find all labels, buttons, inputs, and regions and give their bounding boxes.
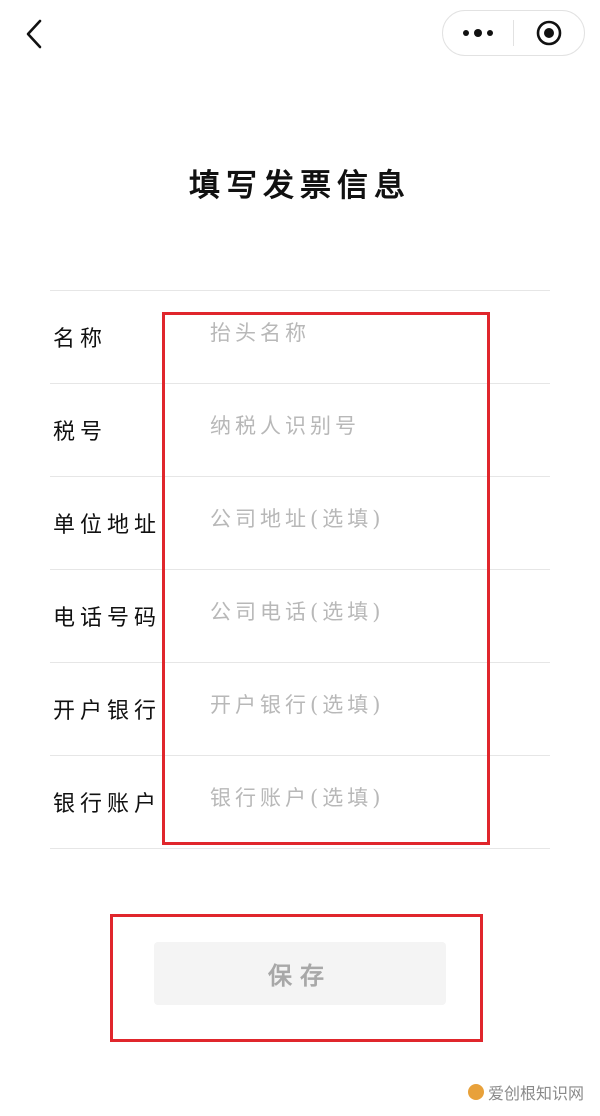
- watermark-logo-icon: [467, 1084, 484, 1100]
- name-input[interactable]: [210, 313, 480, 353]
- bank-input[interactable]: [210, 685, 480, 725]
- watermark-text: 爱创根知识网: [487, 1084, 584, 1103]
- address-input[interactable]: [210, 499, 480, 539]
- name-label: 名称: [53, 327, 108, 352]
- page-title: 填写发票信息: [189, 168, 411, 204]
- invoice-form: 名称 税号 单位地址 电话号码 开户银行 银行账户: [50, 290, 550, 849]
- phone-input[interactable]: [210, 592, 480, 632]
- form-row-address: 单位地址: [50, 477, 550, 570]
- watermark: 爱创根知识网: [467, 1080, 584, 1104]
- bank-account-label: 银行账户: [53, 792, 162, 817]
- form-row-bank-account: 银行账户: [50, 756, 550, 849]
- tax-id-input[interactable]: [210, 406, 480, 446]
- tax-id-label: 税号: [53, 420, 108, 445]
- form-row-name: 名称: [50, 291, 550, 384]
- chevron-left-icon: [26, 19, 42, 49]
- form-row-tax-id: 税号: [50, 384, 550, 477]
- close-mini-program-button[interactable]: [514, 11, 584, 55]
- save-button[interactable]: 保存: [154, 942, 446, 1005]
- form-row-bank: 开户银行: [50, 663, 550, 756]
- form-row-phone: 电话号码: [50, 570, 550, 663]
- address-label: 单位地址: [53, 513, 162, 538]
- more-dots-icon: [463, 29, 493, 37]
- bank-label: 开户银行: [53, 699, 162, 724]
- more-button[interactable]: [443, 11, 513, 55]
- back-button[interactable]: [16, 14, 52, 54]
- phone-label: 电话号码: [53, 606, 162, 631]
- mini-program-capsule: [442, 10, 585, 56]
- bank-account-input[interactable]: [210, 778, 480, 818]
- target-close-icon: [536, 20, 562, 46]
